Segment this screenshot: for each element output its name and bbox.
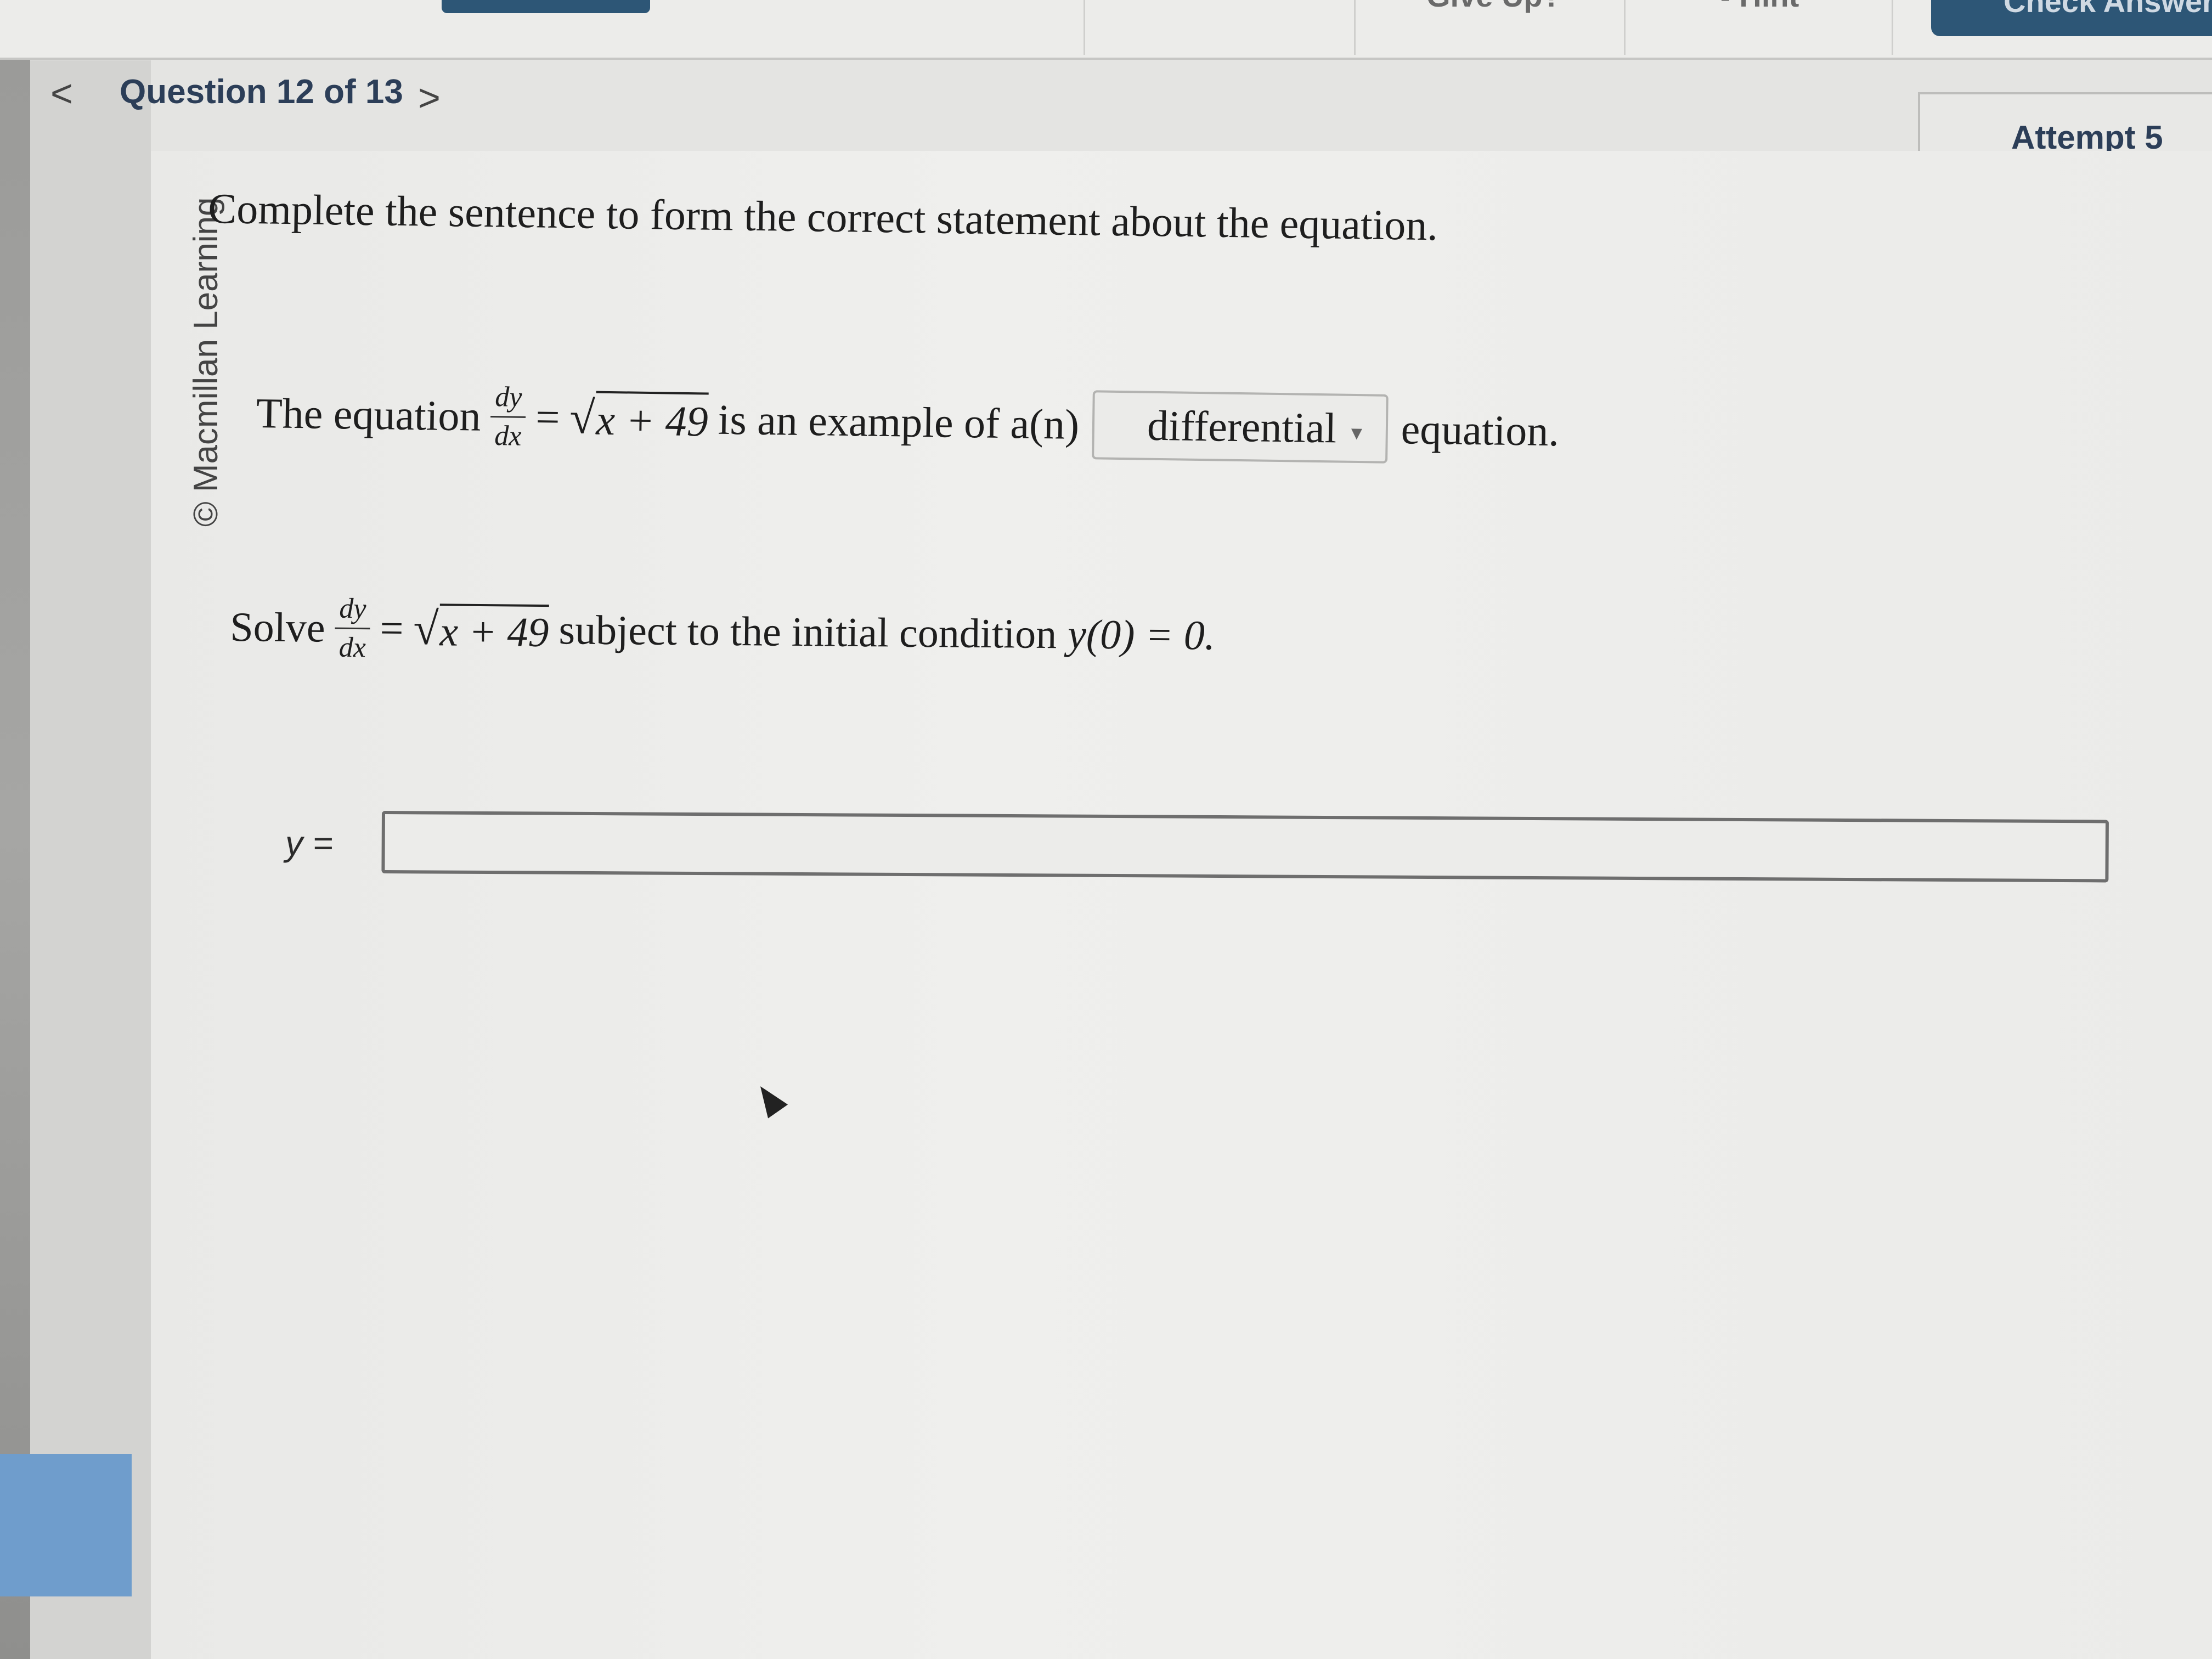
top-toolbar: Give Up? ▪ Hint Check Answer (0, 0, 2212, 60)
check-answer-label: Check Answer (2004, 0, 2212, 19)
hint-label: Hint (1739, 0, 1799, 13)
frac-denominator: dx (494, 420, 522, 452)
lightbulb-icon: ▪ (1720, 0, 1739, 13)
toolbar-divider (1624, 0, 1626, 55)
give-up-button[interactable]: Give Up? (1426, 0, 1561, 14)
caret-down-icon: ▼ (1347, 423, 1366, 444)
left-gutter (30, 60, 151, 1659)
check-answer-button[interactable]: Check Answer (1931, 0, 2212, 36)
equation-type-dropdown[interactable]: differential ▼ (1092, 390, 1389, 464)
radical-icon: √ (413, 603, 439, 655)
square-root: √ x + 49 (413, 602, 549, 657)
toolbar-divider (1892, 0, 1893, 55)
sidebar-highlight (0, 1454, 132, 1596)
question-panel (151, 151, 2212, 1659)
chevron-left-icon[interactable]: < (50, 71, 73, 115)
toolbar-divider (1084, 0, 1085, 55)
radicand: x + 49 (595, 391, 709, 447)
frac-denominator: dx (338, 631, 366, 664)
derivative-fraction: dy dx (490, 381, 527, 452)
toolbar-tab-accent[interactable] (442, 0, 650, 13)
hint-button[interactable]: ▪ Hint (1720, 0, 1799, 14)
radicand: x + 49 (439, 603, 549, 657)
derivative-fraction: dy dx (335, 592, 370, 664)
frac-bar (335, 627, 370, 630)
solve-prompt: Solve dy dx = √ x + 49 subject to the in… (230, 592, 1216, 670)
toolbar-divider (1354, 0, 1356, 55)
sentence-suffix: equation. (1401, 405, 1560, 455)
equals-sign: = (380, 605, 404, 652)
chevron-right-icon[interactable]: > (418, 76, 441, 120)
solve-prefix: Solve (230, 603, 325, 651)
frac-bar (490, 415, 526, 418)
sentence-prefix: The equation (256, 388, 482, 440)
answer-label: y = (285, 823, 334, 863)
sentence-middle: is an example of a(n) (718, 395, 1080, 448)
solve-suffix: subject to the initial condition (558, 607, 1057, 658)
frac-numerator: dy (494, 381, 522, 413)
dropdown-selected-value: differential (1147, 401, 1337, 452)
equals-sign: = (535, 393, 561, 441)
left-edge (0, 0, 30, 1659)
copyright-credit: © Macmillan Learning (187, 197, 225, 527)
radical-icon: √ (569, 392, 596, 444)
question-counter: Question 12 of 13 (120, 73, 403, 111)
square-root: √ x + 49 (569, 391, 709, 447)
initial-condition: y(0) = 0. (1067, 611, 1216, 659)
answer-input[interactable] (381, 811, 2109, 883)
frac-numerator: dy (339, 592, 366, 625)
